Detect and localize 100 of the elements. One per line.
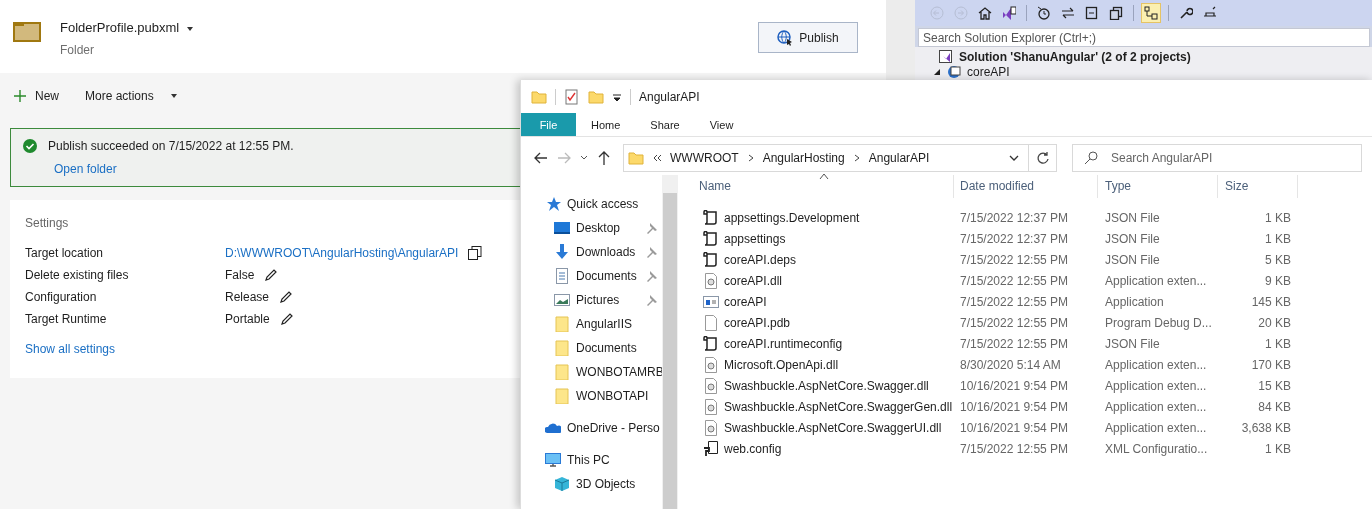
nav-item[interactable]: OneDrive - Perso: [567, 421, 660, 435]
column-header[interactable]: Name: [699, 175, 954, 198]
config-file-icon: [703, 440, 719, 457]
file-name[interactable]: appsettings: [724, 231, 786, 246]
nav-item[interactable]: WONBOTAPI: [576, 389, 649, 403]
file-name[interactable]: coreAPI: [724, 294, 767, 309]
pencil-icon[interactable]: [279, 290, 294, 304]
type-cell-text: Application: [1104, 294, 1165, 309]
wrench-icon: [1179, 6, 1193, 20]
size-cell-text: 84 KB: [1257, 399, 1292, 414]
breadcrumb-item[interactable]: AngularHosting: [762, 151, 845, 165]
pictures-icon: [554, 292, 570, 308]
nav-item[interactable]: 3D Objects: [576, 477, 636, 491]
gear-file-icon: [703, 377, 719, 394]
file-name[interactable]: Swashbuckle.AspNetCore.SwaggerGen.dll: [724, 399, 953, 414]
search-field[interactable]: Search Solution Explorer (Ctrl+;): [918, 28, 1370, 47]
ribbon-tab[interactable]: Home: [576, 113, 636, 136]
refresh-button[interactable]: [1029, 144, 1057, 172]
file-name[interactable]: web.config: [724, 441, 782, 456]
ribbon-tab[interactable]: Share: [635, 113, 695, 136]
address-bar[interactable]: WWWROOT AngularHosting AngularAPI: [623, 144, 1029, 172]
script-file-icon: [703, 209, 719, 226]
copy-icon: [1109, 6, 1123, 20]
file-name[interactable]: coreAPI.runtimeconfig: [724, 336, 843, 351]
folder-icon: [628, 150, 644, 166]
scrollbar[interactable]: [662, 175, 678, 509]
file-name[interactable]: appsettings.Development: [724, 210, 860, 225]
project-icon: [947, 64, 961, 79]
blank-file-icon: [703, 314, 719, 331]
script-file-icon: [703, 251, 719, 268]
setting-label: Configuration: [25, 290, 98, 304]
date-cell-text: 7/15/2022 12:55 PM: [959, 315, 1070, 330]
nav-item[interactable]: Documents: [576, 269, 637, 283]
script-file-icon: [703, 230, 719, 247]
breadcrumb-item[interactable]: WWWROOT: [670, 151, 739, 165]
new-button[interactable]: New: [14, 89, 59, 103]
back-arrow-icon[interactable]: [533, 150, 549, 166]
script-file-icon: [703, 335, 719, 352]
date-cell-text: 10/16/2021 9:54 PM: [959, 420, 1070, 435]
toolbar-button[interactable]: [1141, 3, 1161, 23]
column-header[interactable]: Date modified: [954, 175, 1098, 198]
expander-icon[interactable]: [933, 67, 941, 76]
date-cell-text: 7/15/2022 12:55 PM: [959, 294, 1070, 309]
nav-item[interactable]: Pictures: [576, 293, 620, 307]
setting-value: False: [225, 268, 255, 282]
properties-icon[interactable]: [564, 88, 580, 105]
nav-item[interactable]: Documents: [576, 341, 637, 355]
size-cell-text: 15 KB: [1257, 378, 1292, 393]
size-cell-text: 1 KB: [1264, 210, 1292, 225]
type-cell-text: Program Debug D...: [1104, 315, 1213, 330]
nav-item[interactable]: Downloads: [576, 245, 636, 259]
file-name[interactable]: Swashbuckle.AspNetCore.Swagger.dll: [724, 378, 929, 393]
target-kind-label: Folder: [60, 43, 95, 57]
check-circle-icon: [23, 139, 37, 153]
date-cell-text: 8/30/2020 5:14 AM: [959, 357, 1062, 372]
nav-item[interactable]: AngularIIS: [576, 317, 633, 331]
nav-item[interactable]: Quick access: [567, 197, 639, 211]
cube-icon: [554, 476, 570, 492]
file-name[interactable]: Microsoft.OpenApi.dll: [724, 357, 839, 372]
open-folder-link[interactable]: Open folder: [54, 162, 117, 176]
file-name[interactable]: coreAPI.dll: [724, 273, 783, 288]
solution-icon: [1002, 6, 1016, 20]
size-cell-text: 1 KB: [1264, 336, 1292, 351]
size-cell-text: 170 KB: [1250, 357, 1292, 372]
chevron-icon: [746, 153, 755, 163]
file-name[interactable]: coreAPI.deps: [724, 252, 797, 267]
preview-icon: [1144, 6, 1158, 20]
column-header[interactable]: Type: [1098, 175, 1218, 198]
up-arrow-icon[interactable]: [596, 150, 612, 166]
more-actions-menu[interactable]: More actions: [85, 89, 177, 103]
solution-icon: [939, 49, 953, 64]
pencil-icon[interactable]: [264, 268, 279, 282]
profile-dropdown[interactable]: FolderProfile.pubxml: [60, 20, 194, 35]
date-cell-text: 10/16/2021 9:54 PM: [959, 378, 1070, 393]
file-name[interactable]: coreAPI.pdb: [724, 315, 791, 330]
breadcrumb-item[interactable]: AngularAPI: [868, 151, 930, 165]
file-name[interactable]: Swashbuckle.AspNetCore.SwaggerUI.dll: [724, 420, 942, 435]
date-cell-text: 7/15/2022 12:37 PM: [959, 210, 1070, 225]
type-cell-text: JSON File: [1104, 231, 1161, 246]
tree-item[interactable]: coreAPI: [967, 64, 1010, 79]
folder-icon: [554, 340, 570, 356]
nav-item[interactable]: This PC: [567, 453, 610, 467]
refresh-icon: [1035, 151, 1050, 165]
show-all-settings-link[interactable]: Show all settings: [25, 342, 116, 356]
window-title: AngularAPI: [639, 89, 700, 104]
target-location-link[interactable]: D:\WWWROOT\AngularHosting\AngularAPI: [225, 246, 459, 260]
desktop-icon: [554, 220, 570, 236]
ribbon-tab[interactable]: View: [694, 113, 749, 136]
pencil-icon[interactable]: [279, 312, 294, 326]
type-cell-text: Application exten...: [1104, 378, 1208, 393]
settings-heading: Settings: [25, 216, 69, 230]
date-cell-text: 7/15/2022 12:55 PM: [959, 252, 1070, 267]
publish-button[interactable]: Publish: [758, 22, 858, 53]
copy-icon[interactable]: [468, 246, 483, 260]
tree-item[interactable]: Solution 'ShanuAngular' (2 of 2 projects): [959, 49, 1191, 64]
nav-item[interactable]: Desktop: [576, 221, 621, 235]
app-window-icon: [703, 293, 719, 310]
column-header[interactable]: Size: [1218, 175, 1298, 198]
setting-label: Target location: [25, 246, 105, 260]
search-field[interactable]: Search AngularAPI: [1072, 144, 1362, 172]
